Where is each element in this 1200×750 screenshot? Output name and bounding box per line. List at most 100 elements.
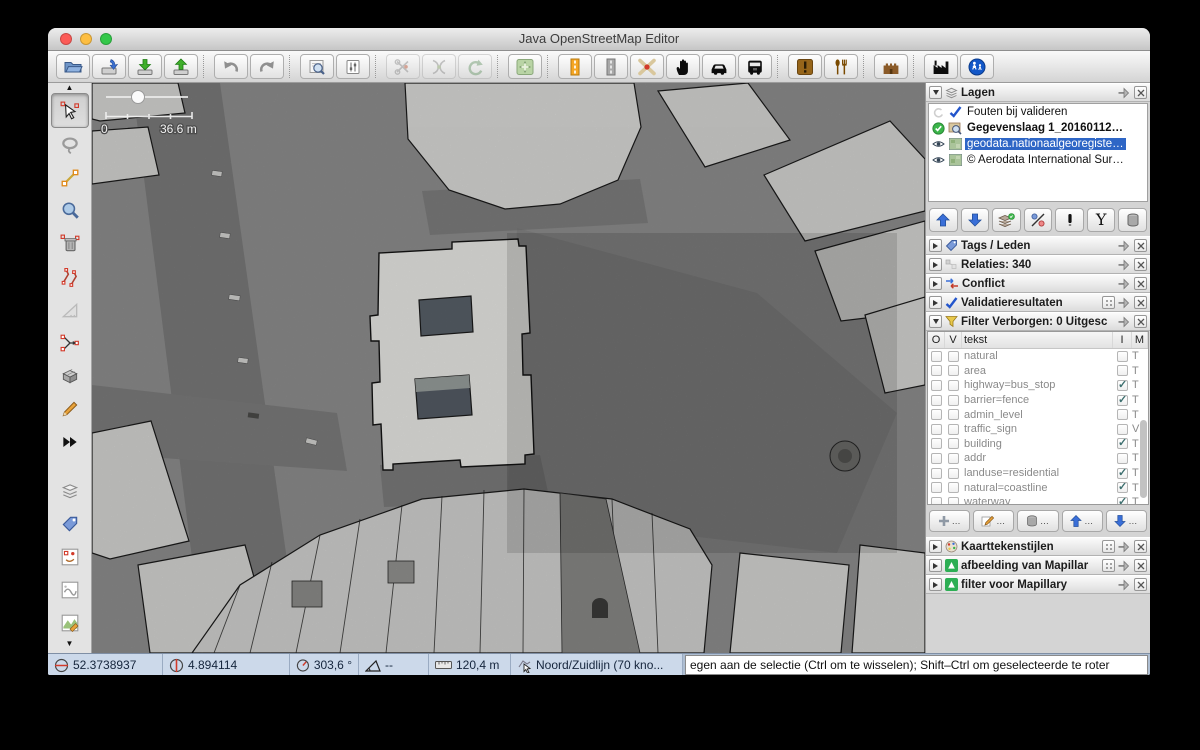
- select-tool[interactable]: [51, 93, 89, 128]
- eye-icon[interactable]: [931, 155, 945, 165]
- close-panel-icon[interactable]: [1134, 540, 1147, 553]
- works-button[interactable]: [924, 54, 958, 79]
- close-panel-icon[interactable]: [1134, 296, 1147, 309]
- filter-hide-checkbox[interactable]: [948, 395, 959, 406]
- panel-menu-icon[interactable]: [1102, 296, 1115, 309]
- mapstyles-panel-header[interactable]: Kaarttekenstijlen: [926, 537, 1150, 556]
- download-button[interactable]: [128, 54, 162, 79]
- filter-row[interactable]: addr T: [928, 451, 1148, 466]
- parallel-way-tool[interactable]: [52, 260, 88, 293]
- pin-icon[interactable]: [1118, 278, 1131, 290]
- close-panel-icon[interactable]: [1134, 277, 1147, 290]
- mapillary-image-panel-header[interactable]: afbeelding van Mapillar: [926, 556, 1150, 575]
- expand-button[interactable]: [929, 559, 942, 572]
- filter-panel-header[interactable]: Filter Verborgen: 0 Uitgesc: [926, 312, 1150, 331]
- filter-table-header[interactable]: O V tekst I M: [928, 332, 1148, 349]
- filter-hide-checkbox[interactable]: [948, 453, 959, 464]
- fast-forward-tool[interactable]: [52, 425, 88, 458]
- toggle-conflict-panel[interactable]: [52, 573, 88, 606]
- angle-field[interactable]: --: [359, 654, 429, 675]
- update-data-button[interactable]: [458, 54, 492, 79]
- bus-button[interactable]: [738, 54, 772, 79]
- column-header-v[interactable]: V: [945, 332, 962, 348]
- filter-inverted-checkbox[interactable]: [1117, 438, 1128, 449]
- layer-up-button[interactable]: [929, 208, 958, 232]
- filter-enable-checkbox[interactable]: [931, 497, 942, 505]
- junction-button[interactable]: [630, 54, 664, 79]
- delete-filter-button[interactable]: …: [1017, 510, 1058, 532]
- activate-layer-button[interactable]: [992, 208, 1021, 232]
- filter-row[interactable]: admin_level T: [928, 407, 1148, 422]
- road-primary-button[interactable]: [558, 54, 592, 79]
- filter-inverted-checkbox[interactable]: [1117, 409, 1128, 420]
- layer-row-imagery-pdok[interactable]: geodata.nationaalgeoregiste…: [929, 136, 1147, 152]
- filter-row[interactable]: waterway T: [928, 495, 1148, 505]
- layers-panel-header[interactable]: Lagen: [926, 83, 1150, 102]
- filter-enable-checkbox[interactable]: [931, 395, 942, 406]
- expand-button[interactable]: [929, 258, 942, 271]
- panel-menu-icon[interactable]: [1102, 559, 1115, 572]
- pin-icon[interactable]: [1118, 560, 1131, 572]
- pin-icon[interactable]: [1118, 240, 1131, 252]
- upload-button[interactable]: [164, 54, 198, 79]
- close-panel-icon[interactable]: [1134, 86, 1147, 99]
- expand-button[interactable]: [929, 296, 942, 309]
- close-window-button[interactable]: [60, 33, 72, 45]
- close-panel-icon[interactable]: [1134, 258, 1147, 271]
- pin-icon[interactable]: [1118, 579, 1131, 591]
- filter-inverted-checkbox[interactable]: [1117, 497, 1128, 505]
- filter-inverted-checkbox[interactable]: [1117, 380, 1128, 391]
- castle-button[interactable]: [874, 54, 908, 79]
- restaurant-button[interactable]: [824, 54, 858, 79]
- zoom-slider-knob[interactable]: [132, 91, 145, 104]
- validation-panel-header[interactable]: Validatieresultaten: [926, 293, 1150, 312]
- filter-row[interactable]: traffic_sign V: [928, 422, 1148, 437]
- close-panel-icon[interactable]: [1134, 315, 1147, 328]
- combine-way-button[interactable]: [422, 54, 456, 79]
- stop-hand-button[interactable]: [666, 54, 700, 79]
- delete-layer-button[interactable]: [1118, 208, 1147, 232]
- zoom-window-button[interactable]: [100, 33, 112, 45]
- filter-hide-checkbox[interactable]: [948, 380, 959, 391]
- filter-enable-checkbox[interactable]: [931, 438, 942, 449]
- heading-field[interactable]: 303,6 °: [290, 654, 359, 675]
- layer-marker-button[interactable]: [1055, 208, 1084, 232]
- filter-hide-checkbox[interactable]: [948, 365, 959, 376]
- lasso-tool[interactable]: [52, 128, 88, 161]
- column-header-o[interactable]: O: [928, 332, 945, 348]
- filter-row[interactable]: building T: [928, 437, 1148, 452]
- road-residential-button[interactable]: [594, 54, 628, 79]
- merge-nodes-tool[interactable]: [52, 326, 88, 359]
- filter-hide-checkbox[interactable]: [948, 482, 959, 493]
- filter-inverted-checkbox[interactable]: [1117, 395, 1128, 406]
- merge-layer-button[interactable]: Y: [1087, 208, 1116, 232]
- measure-tool[interactable]: [52, 293, 88, 326]
- close-panel-icon[interactable]: [1134, 559, 1147, 572]
- toolbar-scroll-up-icon[interactable]: ▲: [66, 83, 74, 93]
- annotate-tool[interactable]: [52, 392, 88, 425]
- gpx-layer-button[interactable]: [508, 54, 542, 79]
- toggle-mapstyle-panel[interactable]: [52, 606, 88, 639]
- filter-inverted-checkbox[interactable]: [1117, 351, 1128, 362]
- selection-field[interactable]: Noord/Zuidlijn (70 kno...: [511, 654, 683, 675]
- filter-hide-checkbox[interactable]: [948, 497, 959, 505]
- toggle-relations-panel[interactable]: [52, 540, 88, 573]
- pin-icon[interactable]: [1118, 541, 1131, 553]
- pedestrian-crossing-button[interactable]: [960, 54, 994, 79]
- expand-button[interactable]: [929, 578, 942, 591]
- filter-enable-checkbox[interactable]: [931, 453, 942, 464]
- filter-enable-checkbox[interactable]: [931, 365, 942, 376]
- filter-hide-checkbox[interactable]: [948, 351, 959, 362]
- filter-inverted-checkbox[interactable]: [1117, 482, 1128, 493]
- conflict-panel-header[interactable]: Conflict: [926, 274, 1150, 293]
- column-header-i[interactable]: I: [1113, 332, 1132, 348]
- expand-button[interactable]: [929, 277, 942, 290]
- close-panel-icon[interactable]: [1134, 239, 1147, 252]
- tags-panel-header[interactable]: Tags / Leden: [926, 236, 1150, 255]
- open-button[interactable]: [56, 54, 90, 79]
- filter-inverted-checkbox[interactable]: [1117, 453, 1128, 464]
- toggle-dialogs-button[interactable]: [336, 54, 370, 79]
- layer-down-button[interactable]: [961, 208, 990, 232]
- delete-tool[interactable]: [52, 227, 88, 260]
- close-panel-icon[interactable]: [1134, 578, 1147, 591]
